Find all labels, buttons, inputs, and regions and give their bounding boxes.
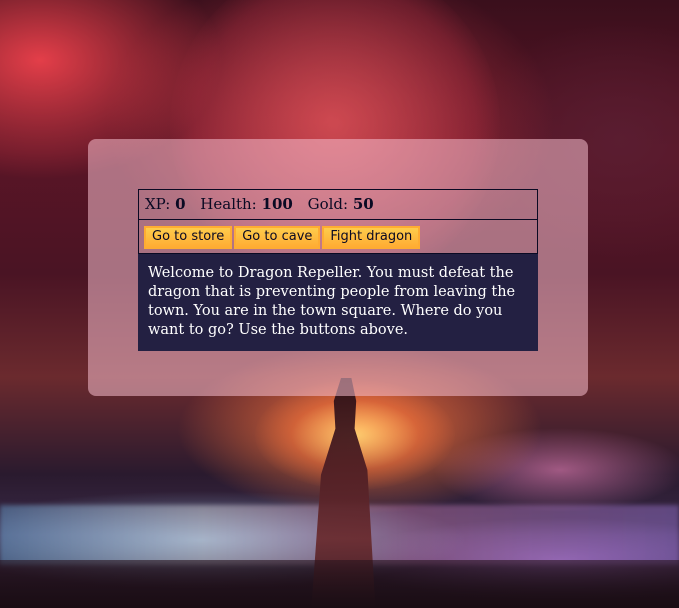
controls-bar: Go to store Go to cave Fight dragon xyxy=(138,220,538,254)
game-panel: XP: 0 Health: 100 Gold: 50 Go to store Go… xyxy=(88,139,588,396)
xp-stat: XP: 0 xyxy=(145,195,196,213)
xp-label: XP: xyxy=(145,195,171,213)
stats-bar: XP: 0 Health: 100 Gold: 50 xyxy=(138,189,538,220)
gold-stat: Gold: 50 xyxy=(308,195,384,213)
health-stat: Health: 100 xyxy=(200,195,303,213)
go-to-store-button[interactable]: Go to store xyxy=(144,225,233,249)
xp-value: 0 xyxy=(175,195,186,213)
health-value: 100 xyxy=(261,195,293,213)
background-ground xyxy=(0,560,679,608)
gold-label: Gold: xyxy=(307,195,349,213)
go-to-cave-button[interactable]: Go to cave xyxy=(234,225,321,249)
game-container: XP: 0 Health: 100 Gold: 50 Go to store Go… xyxy=(138,189,538,351)
fight-dragon-button[interactable]: Fight dragon xyxy=(322,225,421,249)
gold-value: 50 xyxy=(352,195,374,213)
health-label: Health: xyxy=(200,195,257,213)
story-text: Welcome to Dragon Repeller. You must def… xyxy=(138,254,538,351)
